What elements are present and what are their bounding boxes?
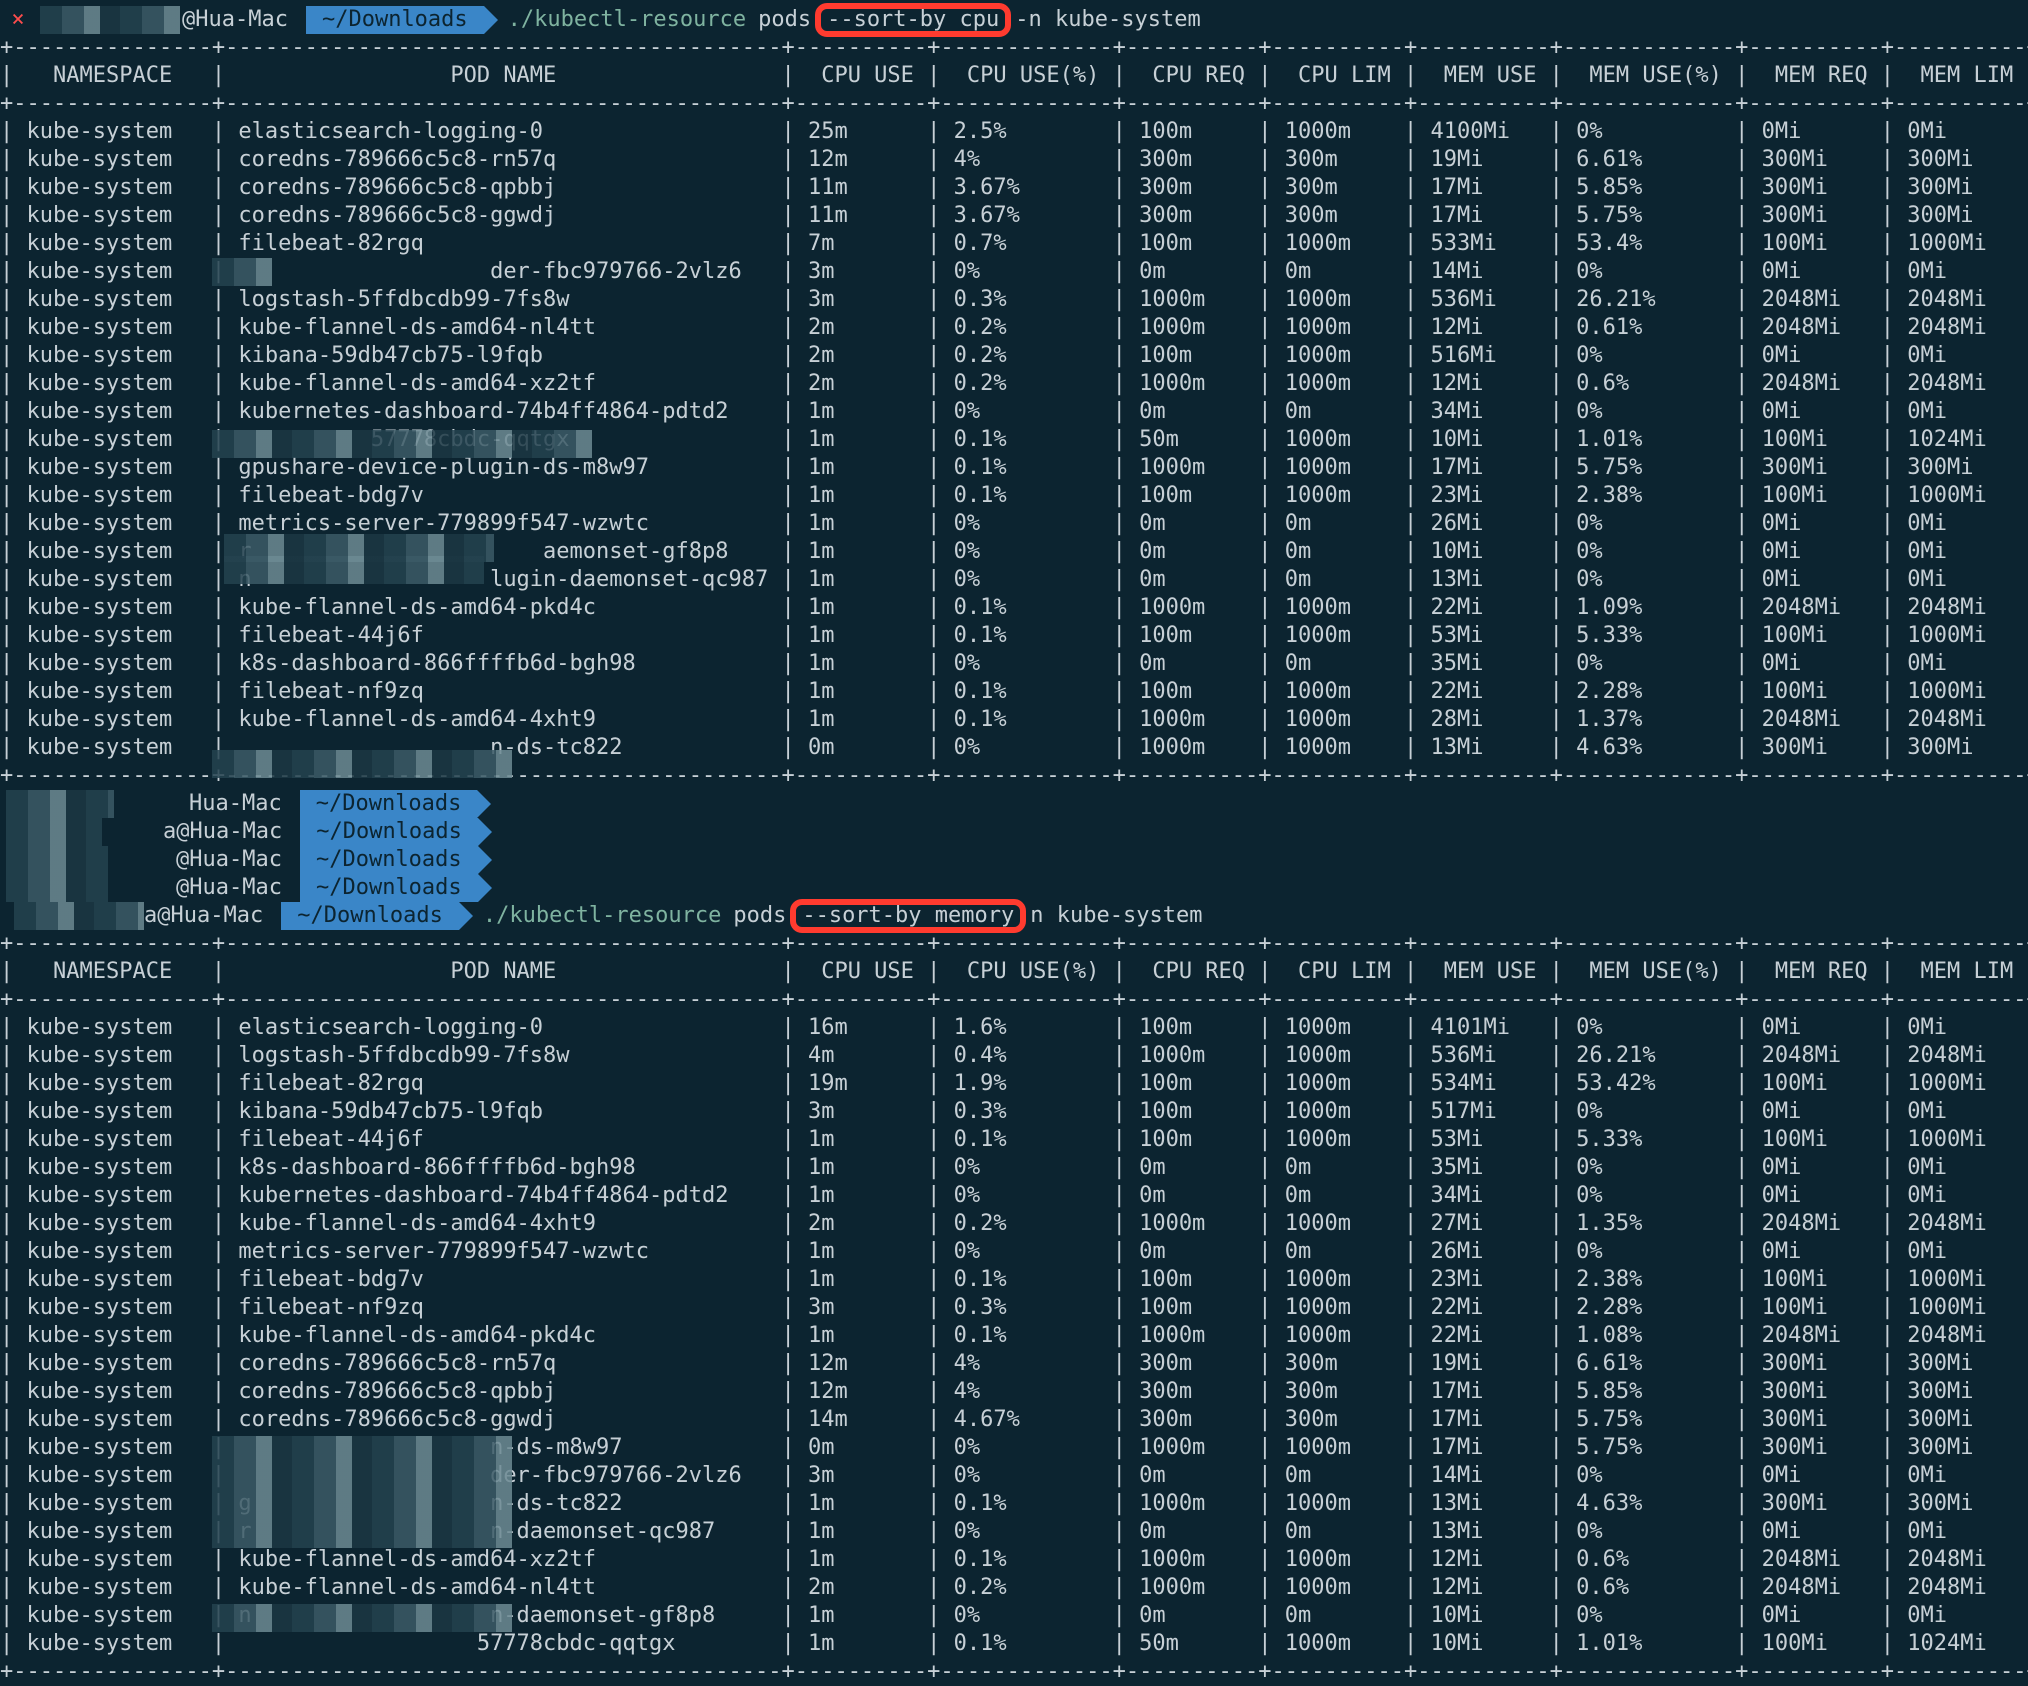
prompt-path-segment: ~/Downloads (305, 6, 498, 34)
table-row: | kube-system | 57778cbdc-qqtgx | 1m | 0… (0, 1631, 2028, 1656)
table-row: | kube-system | coredns-789666c5c8-ggwdj… (0, 1407, 2028, 1432)
table-row: | kube-system | gpushare-device-plugin-d… (0, 455, 2028, 480)
prompt-path-segment: ~/Downloads (300, 818, 492, 846)
table-border: +---------------+-----------------------… (0, 91, 2028, 116)
table-row: | kube-system | filebeat-nf9zq | 1m | 0.… (0, 679, 2028, 704)
table-row: | kube-system | k8s-dashboard-866ffffb6d… (0, 1155, 2028, 1180)
prompt-line-2: a@Hua-Mac ~/Downloads ./kubectl-resource… (0, 899, 1203, 933)
table-row: | kube-system | elasticsearch-logging-0 … (0, 119, 2028, 144)
redacted-username (6, 818, 102, 846)
table-row: | kube-system | coredns-789666c5c8-ggwdj… (0, 203, 2028, 228)
redaction-blur (212, 1520, 512, 1548)
command-arg: pods (758, 7, 812, 32)
redaction-blur (212, 750, 512, 778)
redaction-blur (212, 1464, 512, 1492)
redaction-blur (212, 258, 272, 286)
table-row: | kube-system | logstash-5ffdbcdb99-7fs8… (0, 287, 2028, 312)
table-border: +---------------+-----------------------… (0, 1659, 2028, 1684)
table-border: +---------------+-----------------------… (0, 987, 2028, 1012)
redacted-username (40, 6, 180, 34)
command-arg: pods (733, 903, 787, 928)
prompt-user: a@Hua-Mac (163, 819, 283, 844)
redacted-username (6, 874, 108, 902)
history-prompt: @Hua-Mac ~/Downloads (0, 846, 492, 874)
table-row: | kube-system | kube-flannel-ds-amd64-4x… (0, 1211, 2028, 1236)
table-row: | kube-system | der-fbc979766-2vlz6 | 3m… (0, 259, 2028, 284)
history-prompt: a@Hua-Mac ~/Downloads (0, 818, 492, 846)
redaction-blur (224, 556, 484, 584)
table-row: | kube-system | kube-flannel-ds-amd64-pk… (0, 595, 2028, 620)
table-row: | kube-system | kubernetes-dashboard-74b… (0, 1183, 2028, 1208)
redaction-blur (212, 1436, 512, 1464)
redaction-blur (212, 1492, 512, 1520)
table-row: | kube-system | coredns-789666c5c8-qpbbj… (0, 175, 2028, 200)
prompt-path-segment: ~/Downloads (299, 874, 492, 902)
table-border: +---------------+-----------------------… (0, 35, 2028, 60)
table-row: | kube-system | filebeat-82rgq | 19m | 1… (0, 1071, 2028, 1096)
command-name: ./kubectl-resource (482, 903, 722, 928)
table-row: | kube-system | filebeat-82rgq | 7m | 0.… (0, 231, 2028, 256)
table-row: | kube-system | filebeat-bdg7v | 1m | 0.… (0, 1267, 2028, 1292)
command-tail: n kube-system (1030, 903, 1203, 928)
table-row: | kube-system | kube-flannel-ds-amd64-nl… (0, 1575, 2028, 1600)
table-row: | kube-system | coredns-789666c5c8-rn57q… (0, 147, 2028, 172)
table-row: | kube-system | kube-flannel-ds-amd64-nl… (0, 315, 2028, 340)
prompt-user: @Hua-Mac (182, 7, 288, 32)
prompt-user: Hua-Mac (189, 791, 282, 816)
prompt-line-1: × @Hua-Mac ~/Downloads ./kubectl-resourc… (0, 3, 1201, 37)
table-border: +---------------+-----------------------… (0, 931, 2028, 956)
table-row: | kube-system | filebeat-nf9zq | 3m | 0.… (0, 1295, 2028, 1320)
table-row: | kube-system | logstash-5ffdbcdb99-7fs8… (0, 1043, 2028, 1068)
prompt-path-segment: ~/Downloads (299, 790, 492, 818)
prompt-user: @Hua-Mac (176, 847, 282, 872)
history-prompt: Hua-Mac ~/Downloads (0, 790, 492, 818)
prompt-user: @Hua-Mac (176, 875, 282, 900)
table-row: | kube-system | coredns-789666c5c8-rn57q… (0, 1351, 2028, 1376)
prompt-path-segment: ~/Downloads (281, 902, 473, 930)
table-row: | kube-system | filebeat-bdg7v | 1m | 0.… (0, 483, 2028, 508)
redacted-username (14, 902, 144, 930)
table-row: | kube-system | kibana-59db47cb75-l9fqb … (0, 1099, 2028, 1124)
history-prompt: @Hua-Mac ~/Downloads (0, 874, 492, 902)
sort-flag-highlight: --sort-by cpu (815, 3, 1012, 37)
table-row: | kube-system | filebeat-44j6f | 1m | 0.… (0, 1127, 2028, 1152)
table-header-row: | NAMESPACE | POD NAME | CPU USE | CPU U… (0, 63, 2028, 88)
table-row: | kube-system | filebeat-44j6f | 1m | 0.… (0, 623, 2028, 648)
prompt-user: a@Hua-Mac (144, 903, 264, 928)
table-row: | kube-system | kubernetes-dashboard-74b… (0, 399, 2028, 424)
table-row: | kube-system | elasticsearch-logging-0 … (0, 1015, 2028, 1040)
table-row: | kube-system | kube-flannel-ds-amd64-xz… (0, 371, 2028, 396)
command-tail: -n kube-system (1015, 7, 1201, 32)
sort-flag-highlight: --sort-by memory (790, 899, 1027, 933)
table-header-row: | NAMESPACE | POD NAME | CPU USE | CPU U… (0, 959, 2028, 984)
table-row: | kube-system | kube-flannel-ds-amd64-xz… (0, 1547, 2028, 1572)
error-status-icon: × (11, 7, 25, 32)
redacted-username (6, 846, 108, 874)
table-row: | kube-system | coredns-789666c5c8-qpbbj… (0, 1379, 2028, 1404)
table-row: | kube-system | kube-flannel-ds-amd64-4x… (0, 707, 2028, 732)
table-row: | kube-system | k8s-dashboard-866ffffb6d… (0, 651, 2028, 676)
redaction-blur (212, 1604, 512, 1632)
table-row: | kube-system | kube-flannel-ds-amd64-pk… (0, 1323, 2028, 1348)
table-row: | kube-system | kibana-59db47cb75-l9fqb … (0, 343, 2028, 368)
redaction-blur (212, 430, 592, 458)
redacted-username (6, 790, 114, 818)
table-row: | kube-system | metrics-server-779899f54… (0, 1239, 2028, 1264)
prompt-path-segment: ~/Downloads (299, 846, 492, 874)
command-name: ./kubectl-resource (507, 7, 747, 32)
